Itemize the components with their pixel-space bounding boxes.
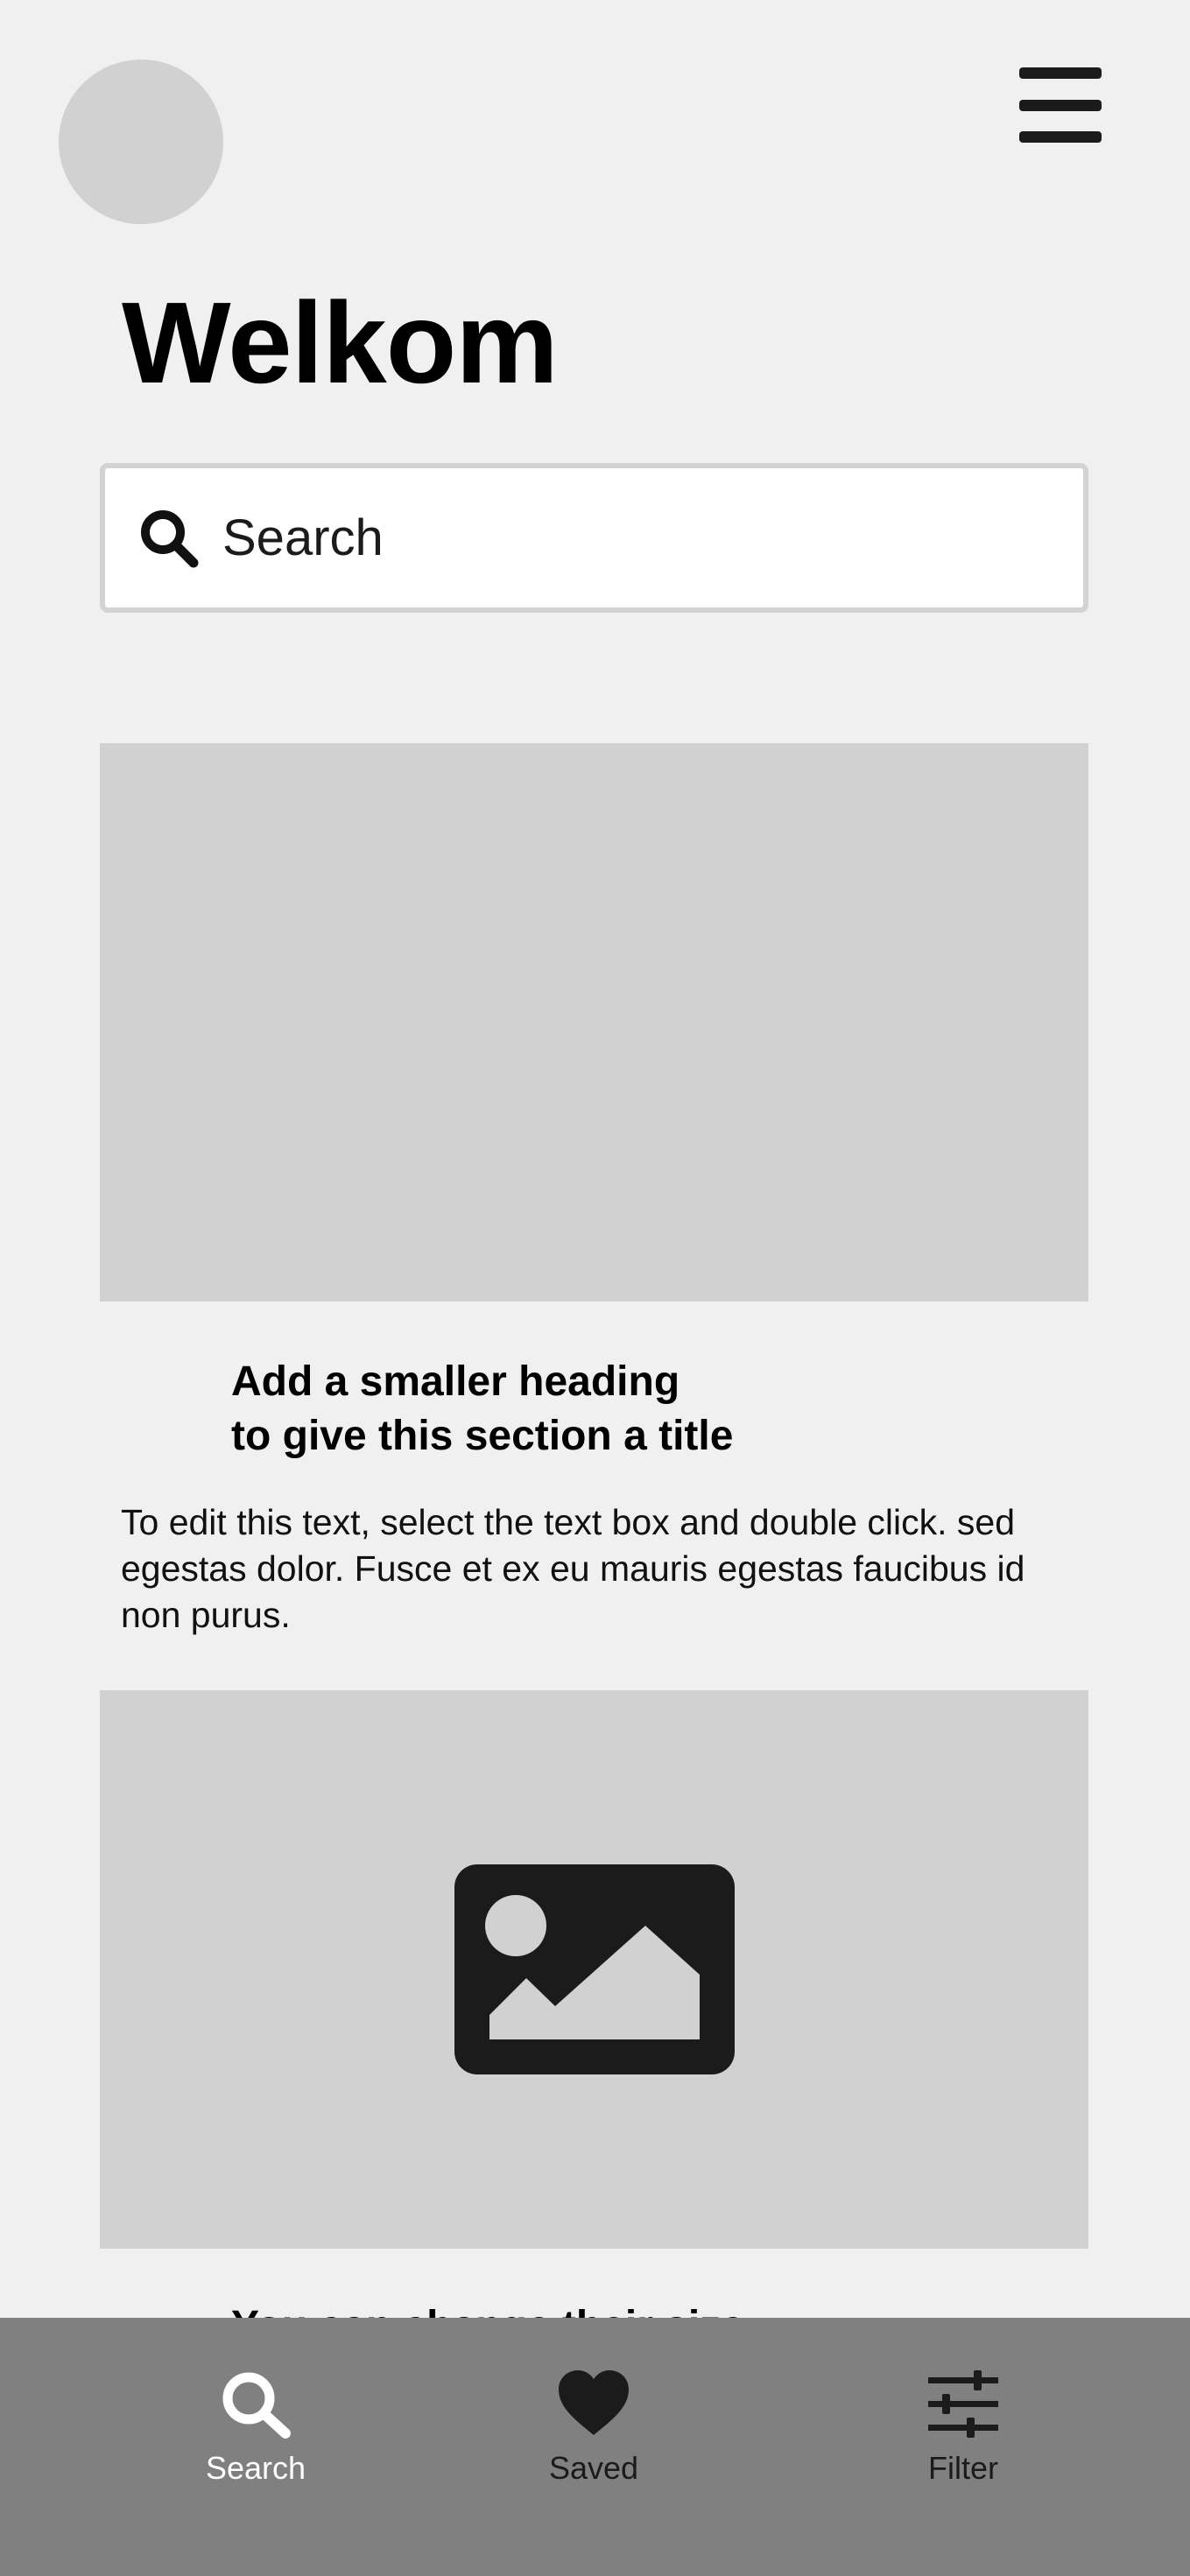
- nav-label: Filter: [928, 2450, 998, 2486]
- section-heading: Add a smaller heading to give this secti…: [231, 1355, 733, 1463]
- nav-item-filter[interactable]: Filter: [909, 2369, 1017, 2488]
- sliders-icon: [928, 2370, 998, 2438]
- nav-label: Search: [205, 2450, 306, 2486]
- image-placeholder: [100, 1690, 1088, 2249]
- nav-item-search[interactable]: Search: [201, 2369, 310, 2488]
- section-body-text: To edit this text, select the text box a…: [121, 1502, 1025, 1635]
- section-heading-line: to give this section a title: [231, 1413, 734, 1459]
- section-heading-line: Add a smaller heading: [231, 1358, 680, 1405]
- search-icon: [222, 2372, 291, 2439]
- menu-bar: [1019, 131, 1102, 143]
- nav-item-saved[interactable]: Saved: [539, 2369, 648, 2488]
- avatar[interactable]: [59, 60, 223, 224]
- search-bar[interactable]: [100, 463, 1088, 613]
- heart-icon: [559, 2370, 629, 2435]
- menu-bar: [1019, 99, 1102, 111]
- image-placeholder: [100, 743, 1088, 1302]
- image-icon: [454, 1864, 735, 2074]
- hamburger-menu-icon[interactable]: [1019, 67, 1102, 143]
- bottom-nav: Search Saved Filter: [0, 2318, 1190, 2576]
- page-title: Welkom: [122, 278, 559, 407]
- menu-bar: [1019, 67, 1102, 79]
- nav-label: Saved: [548, 2450, 639, 2486]
- search-icon: [141, 509, 199, 567]
- search-input[interactable]: [222, 509, 1010, 567]
